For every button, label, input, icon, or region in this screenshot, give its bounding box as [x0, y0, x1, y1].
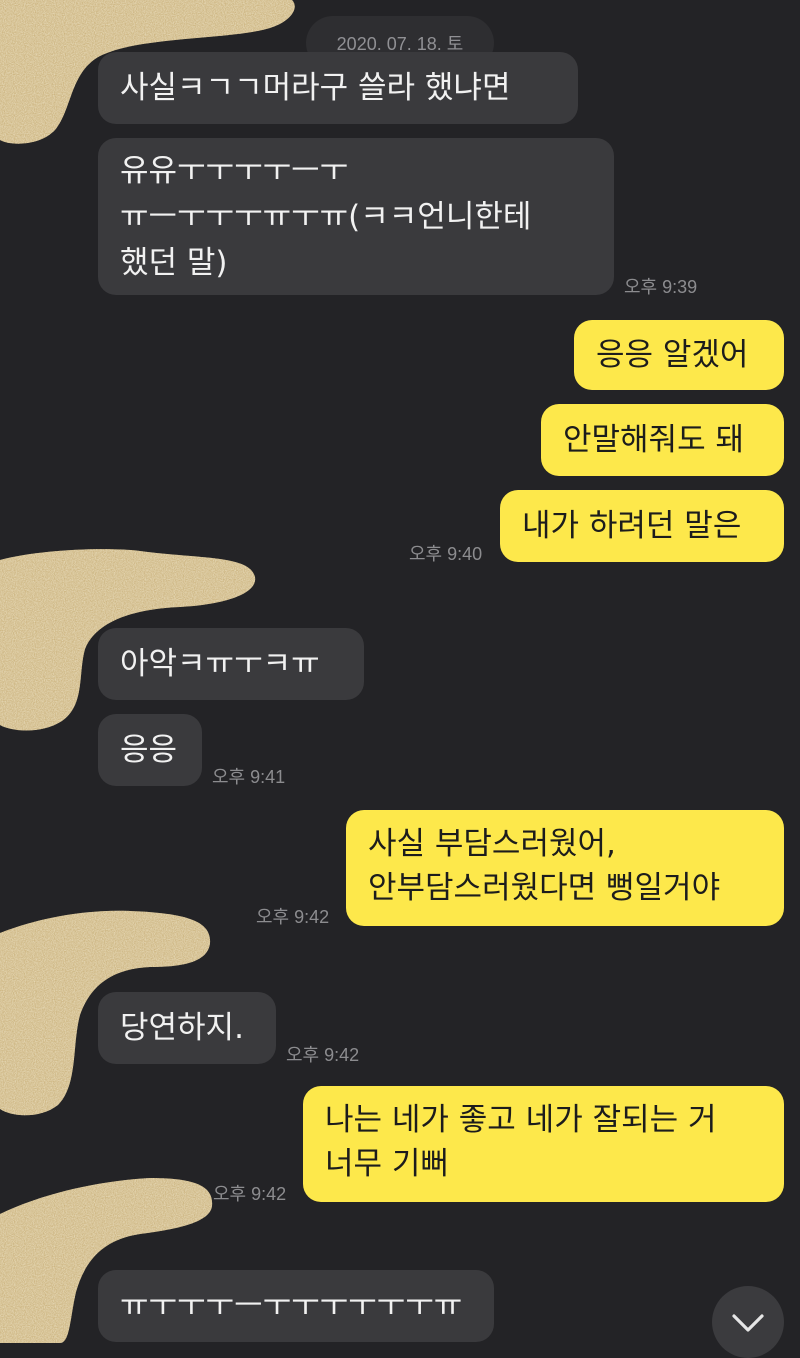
message-bubble-incoming[interactable]: ㅠㅜㅜㅜㅡㅜㅜㅜㅜㅜㅜㅠ	[98, 1270, 494, 1342]
message-bubble-outgoing[interactable]: 안말해줘도 돼	[541, 404, 784, 476]
message-timestamp: 오후 9:39	[624, 277, 698, 297]
message-timestamp: 오후 9:40	[409, 544, 483, 564]
message-bubble-outgoing[interactable]: 내가 하려던 말은	[500, 490, 784, 562]
scroll-to-bottom-button[interactable]	[712, 1286, 784, 1358]
message-timestamp: 오후 9:41	[212, 767, 286, 787]
message-bubble-outgoing[interactable]: 사실 부담스러웠어, 안부담스러웠다면 뻥일거야	[346, 810, 784, 926]
message-bubble-incoming[interactable]: 유유ㅜㅜㅜㅜㅡㅜ ㅠㅡㅜㅜㅜㅠㅜㅠ(ㅋㅋ언니한테 했던 말)	[98, 138, 614, 295]
message-bubble-outgoing[interactable]: 응응 알겠어	[574, 320, 784, 390]
message-timestamp: 오후 9:42	[256, 907, 330, 927]
message-timestamp: 오후 9:42	[286, 1045, 360, 1065]
message-bubble-incoming[interactable]: 당연하지.	[98, 992, 276, 1064]
message-bubble-incoming[interactable]: 사실ㅋㄱㄱ머라구 쓸라 했냐면	[98, 52, 578, 124]
chevron-down-icon	[732, 1314, 764, 1332]
message-bubble-outgoing[interactable]: 나는 네가 좋고 네가 잘되는 거 너무 기뻐	[303, 1086, 784, 1202]
message-timestamp: 오후 9:42	[213, 1184, 287, 1204]
message-bubble-incoming[interactable]: 응응	[98, 714, 202, 786]
message-bubble-incoming[interactable]: 아악ㅋㅠㅜㅋㅠ	[98, 628, 364, 700]
